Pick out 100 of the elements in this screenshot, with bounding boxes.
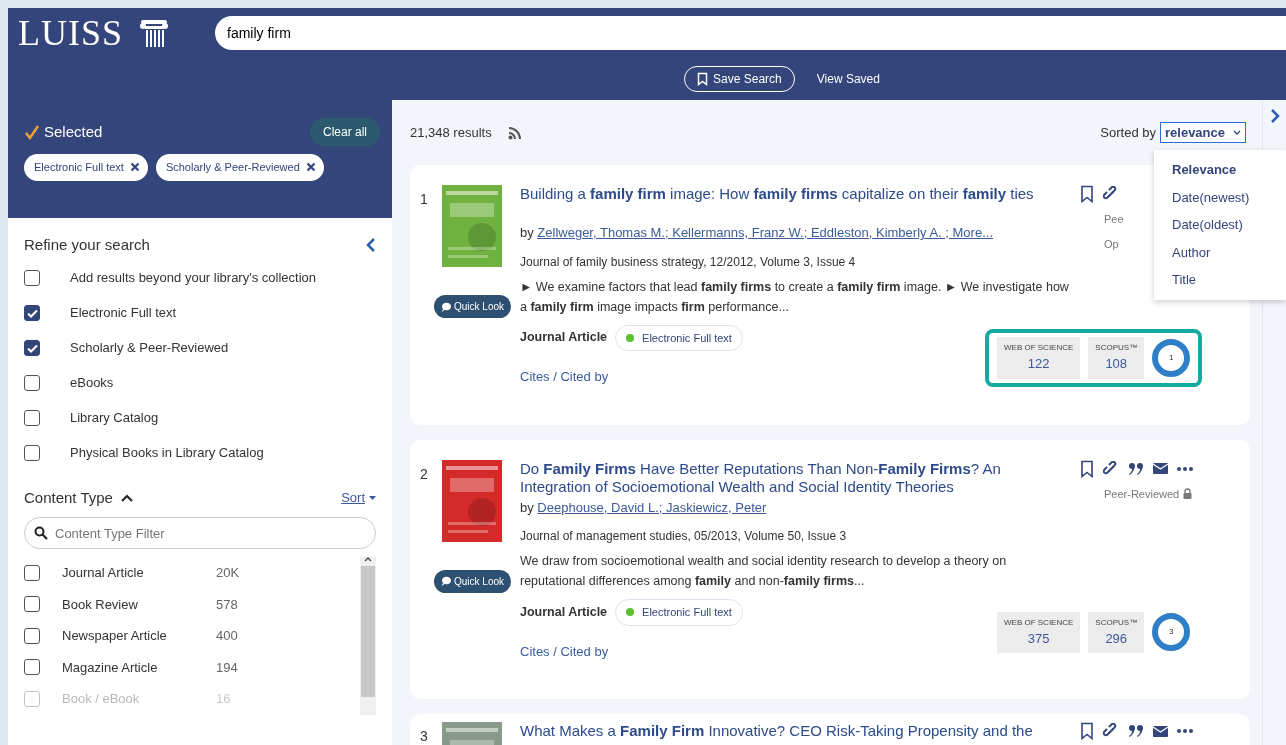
sort-dropdown[interactable]: relevance (1160, 121, 1246, 144)
mail-icon[interactable] (1153, 463, 1168, 474)
checkbox[interactable] (24, 270, 40, 286)
authors-link[interactable]: Deephouse, David L.; Jaskiewicz, Peter (537, 499, 767, 515)
filter-field[interactable]: Content Type Filter (24, 517, 376, 549)
status-dot (626, 333, 635, 342)
refine-title: Refine your search (24, 235, 150, 255)
metric-label: WEB OF SCIENCE (1004, 342, 1074, 354)
bookmark-icon[interactable] (1080, 722, 1094, 740)
metric-value: 108 (1104, 355, 1129, 373)
result-title[interactable]: What Makes a Family Firm Innovative? CEO Risk-Taking Propensity and the (520, 722, 1070, 740)
filter-label: Journal Article (62, 564, 145, 582)
quick-look-button[interactable]: Quick Look (434, 295, 512, 318)
menu-item[interactable]: Date(oldest) (1154, 211, 1286, 239)
checkbox[interactable] (24, 340, 40, 356)
link-icon[interactable] (1103, 186, 1119, 202)
filter-label: Book / eBook (62, 690, 141, 708)
peer-reviewed-label: Op (1104, 236, 1119, 252)
result-number: 2 (420, 464, 429, 484)
metric-label: SCOPUS™ (1095, 342, 1138, 354)
cites-link[interactable]: Cites / Cited by (520, 369, 609, 384)
type-label: Journal Article (520, 603, 608, 621)
result-title[interactable]: Do Family Firms Have Better Reputations Than Non-Family Firms? An Integration of Socioemotional Wealth and Social Identity Theories (520, 459, 1070, 496)
close-icon[interactable] (129, 162, 140, 173)
author-line: by Deephouse, David L.; Jaskiewicz, Peter (520, 498, 768, 517)
results-count: 21,348 results (410, 123, 492, 142)
link-icon[interactable] (1103, 460, 1119, 477)
check-icon (26, 308, 38, 318)
filter-label: Add results beyond your library's collection (70, 269, 316, 288)
caret-icon[interactable] (120, 493, 133, 502)
filter-label: Newspaper Article (62, 627, 168, 645)
check-icon (24, 124, 40, 140)
altmetric-badge[interactable]: 1 (1152, 338, 1191, 377)
more-icon[interactable] (1177, 466, 1193, 471)
bookmark-icon[interactable] (1080, 185, 1094, 203)
filter-label: eBooks (70, 374, 114, 393)
peer-reviewed-label: Peer-Reviewed (1104, 486, 1180, 502)
expand-icon[interactable] (1269, 108, 1280, 124)
scrollbar[interactable] (360, 557, 376, 715)
sort-link[interactable]: Sort (341, 488, 376, 508)
peer-reviewed-label: Pee (1104, 212, 1124, 227)
abstract-text: We draw from socioemotional wealth and social identity research to develop a theory on reputational differences among family and non-family firms... (520, 553, 1008, 590)
checkbox[interactable] (24, 659, 40, 676)
mail-icon[interactable] (1153, 725, 1168, 737)
filter-label: Library Catalog (70, 409, 159, 428)
logo: LUISS (18, 15, 124, 51)
filter-chip[interactable]: Scholarly & Peer-Reviewed (155, 154, 324, 181)
close-icon[interactable] (305, 162, 316, 173)
altmetric-badge[interactable]: 3 (1152, 613, 1191, 652)
abstract-text: ► We examine factors that lead family firms to create a family firm image. ► We investigate how a family firm image impacts firm performance... (520, 278, 1070, 316)
metric-value: 375 (1026, 629, 1051, 648)
source-text: Journal of family business strategy, 12/2012, Volume 3, Issue 4 (520, 253, 857, 271)
metric-label: SCOPUS™ (1095, 616, 1138, 629)
metric-label: WEB OF SCIENCE (1004, 616, 1074, 629)
collapse-icon[interactable] (366, 237, 376, 254)
bookmark-icon[interactable] (1080, 459, 1094, 478)
authors-link[interactable]: Zellweger, Thomas M.; Kellermanns, Franz W.; Eddleston, Kimberly A. ; More... (537, 225, 993, 240)
type-label: Journal Article (520, 329, 608, 347)
chat-icon (441, 301, 451, 312)
menu-item[interactable]: Title (1154, 266, 1286, 294)
checkbox[interactable] (24, 410, 40, 426)
search-field[interactable]: family firm (215, 16, 1286, 50)
result-title[interactable]: Building a family firm image: How family firms capitalize on their family ties (520, 185, 1070, 203)
cites-link[interactable]: Cites / Cited by (520, 643, 609, 659)
bookmark-icon (697, 72, 709, 86)
checkbox[interactable] (24, 564, 40, 581)
filter-label: Scholarly & Peer-Reviewed (70, 339, 229, 358)
rss-icon[interactable] (507, 125, 522, 140)
column-icon (139, 18, 170, 48)
checkbox[interactable] (24, 445, 40, 461)
quote-icon[interactable] (1128, 724, 1144, 738)
status-dot (626, 608, 635, 617)
menu-item[interactable]: Author (1154, 238, 1286, 266)
filter-label: Physical Books in Library Catalog (70, 444, 264, 463)
caret-icon (1233, 130, 1241, 135)
metric-value: 122 (1026, 355, 1051, 373)
filter-label: Book Review (62, 595, 139, 614)
menu-item[interactable]: Relevance (1154, 156, 1286, 184)
sort-label: Sorted by (1100, 123, 1156, 142)
quick-look-button[interactable]: Quick Look (434, 569, 512, 593)
result-number: 1 (420, 190, 429, 209)
caret-icon (369, 495, 376, 500)
count-text: 578 (216, 595, 238, 614)
filter-label: Electronic Full text (70, 304, 177, 323)
source-text: Journal of management studies, 05/2013, Volume 50, Issue 3 (520, 528, 848, 545)
search-icon (34, 526, 48, 540)
checkbox[interactable] (24, 375, 40, 391)
count-text: 400 (216, 627, 238, 645)
menu-item[interactable]: Date(newest) (1154, 183, 1286, 211)
link-icon[interactable] (1103, 723, 1119, 739)
chat-icon (441, 576, 451, 586)
filter-chip[interactable]: Electronic Full text (24, 154, 148, 181)
clear-all-button[interactable]: Clear all (310, 118, 380, 146)
checkbox[interactable] (24, 627, 40, 644)
checkbox[interactable] (24, 596, 40, 613)
view-saved-link[interactable]: View Saved (816, 70, 880, 88)
selected-title: Selected (44, 121, 103, 142)
quote-icon[interactable] (1128, 461, 1144, 476)
checkbox[interactable] (24, 305, 40, 321)
more-icon[interactable] (1177, 729, 1193, 733)
